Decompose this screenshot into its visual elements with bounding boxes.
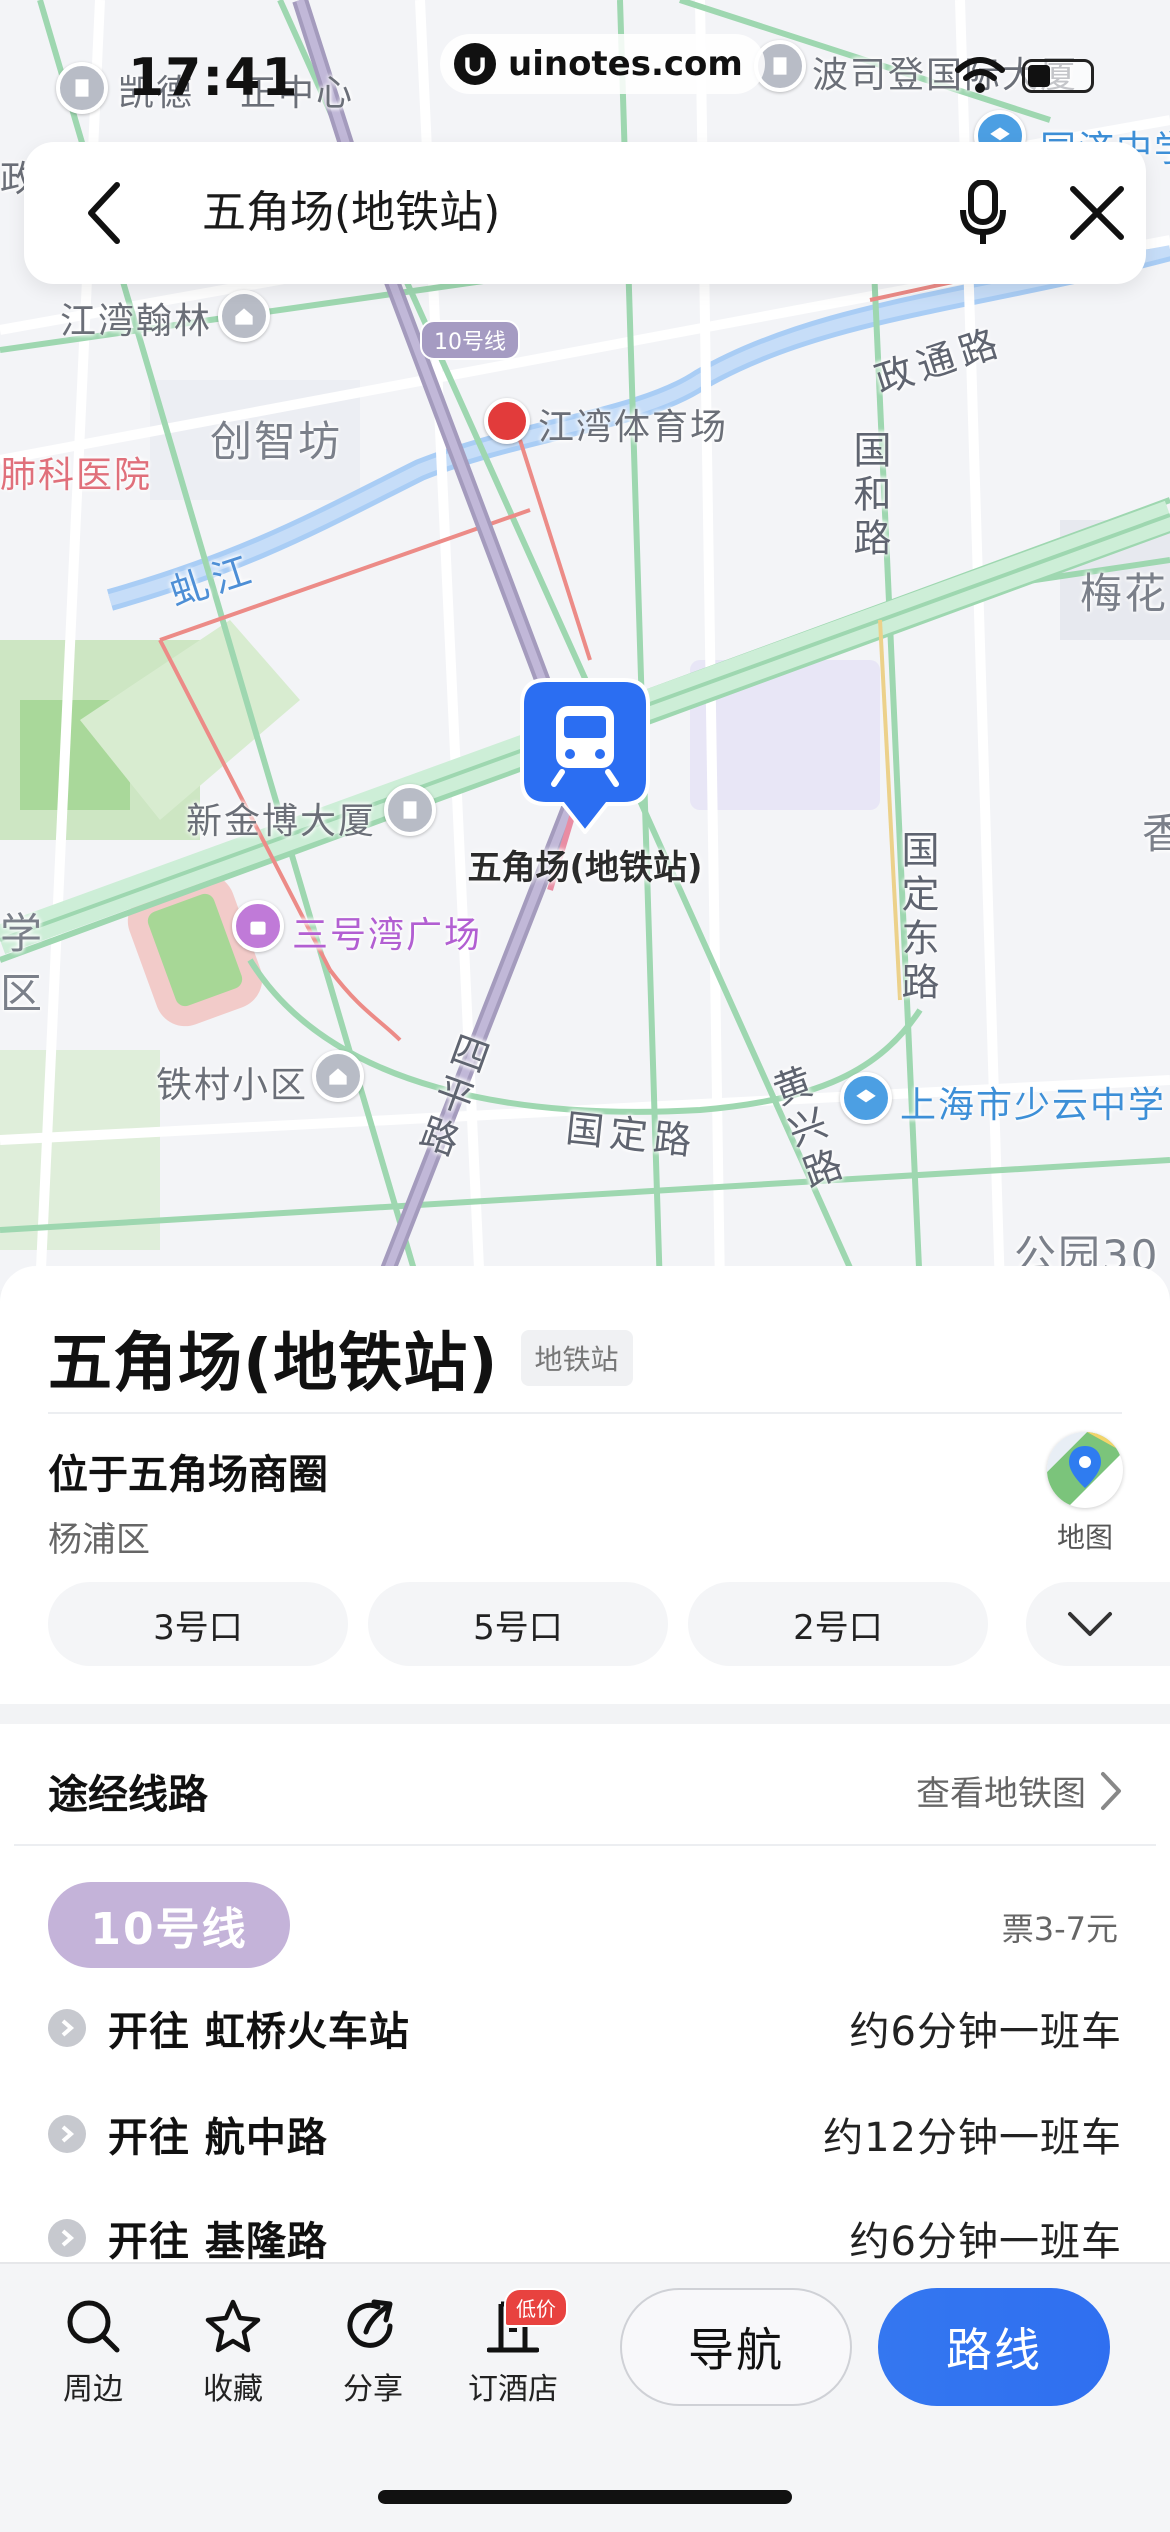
shopping-icon[interactable] <box>232 900 284 952</box>
metro-station-icon[interactable] <box>484 398 530 444</box>
direction-destination: 开往 航中路 <box>108 2115 328 2161</box>
view-subway-map-link[interactable]: 查看地铁图 <box>916 1766 1122 1815</box>
residence-icon[interactable] <box>312 1050 364 1102</box>
battery-icon <box>1022 59 1094 93</box>
map-label-meihua: 梅花 <box>1080 569 1169 618</box>
microphone-icon <box>960 180 1006 244</box>
exit-chip[interactable]: 3号口 <box>48 1582 348 1666</box>
school-icon[interactable] <box>840 1072 892 1124</box>
map-label-xiang: 香 <box>1142 809 1170 858</box>
direction-destination: 开往 虹桥火车站 <box>108 2009 410 2055</box>
direction-arrow-icon <box>48 2219 86 2257</box>
star-icon <box>205 2299 261 2353</box>
watermark: uinotes.com <box>440 34 765 94</box>
close-icon <box>1070 186 1124 240</box>
search-query[interactable]: 五角场(地铁站) <box>202 142 500 284</box>
divider <box>14 1844 1156 1846</box>
favorite-button[interactable]: 收藏 <box>178 2290 288 2408</box>
place-type-badge: 地铁站 <box>520 1330 633 1386</box>
voice-search-button[interactable] <box>942 172 1024 254</box>
map-label-xinjinbo: 新金博大厦 <box>186 801 377 842</box>
building-glyph <box>403 801 417 819</box>
navigate-button[interactable]: 导航 <box>620 2288 852 2406</box>
bag-glyph <box>250 921 266 935</box>
section-separator <box>0 1704 1170 1724</box>
view-subway-map-label: 查看地铁图 <box>916 1774 1086 1814</box>
map-label-shaoyun-school: 上海市少云中学 <box>900 1085 1167 1126</box>
direction-row[interactable]: 开往 基隆路 约6分钟一班车 <box>48 2208 1122 2268</box>
direction-frequency: 约12分钟一班车 <box>823 2115 1122 2161</box>
building-glyph <box>773 57 787 75</box>
line-10-tag: 10号线 <box>420 320 520 360</box>
hotel-promo-badge: 低价 <box>504 2288 568 2327</box>
home-indicator <box>378 2490 792 2504</box>
map-app-icon <box>1047 1432 1123 1508</box>
map-label-qu: 区 <box>0 969 45 1018</box>
exit-chip[interactable]: 5号口 <box>368 1582 668 1666</box>
share-label: 分享 <box>343 2372 403 2407</box>
map-label-chuangzhi: 创智坊 <box>210 417 343 466</box>
map-label-sanhaowan: 三号湾广场 <box>292 915 483 956</box>
residence-icon[interactable] <box>218 290 270 342</box>
watermark-text: uinotes.com <box>508 44 743 84</box>
nearby-button[interactable]: 周边 <box>38 2290 148 2408</box>
open-map-button[interactable]: 地图 <box>1040 1432 1130 1556</box>
status-icons <box>954 56 1094 96</box>
chevron-right-icon <box>1101 1771 1121 1810</box>
chevron-left-icon <box>88 182 120 244</box>
place-title: 五角场(地铁站) <box>48 1327 499 1401</box>
direction-frequency: 约6分钟一班车 <box>849 2009 1122 2055</box>
favorite-label: 收藏 <box>203 2372 263 2407</box>
fare-text: 票3-7元 <box>1001 1910 1118 1948</box>
app-screen: { "status_bar": { "time": "17:41", "wate… <box>0 0 1170 2532</box>
house-glyph <box>235 308 253 325</box>
nearby-label: 周边 <box>63 2372 123 2407</box>
search-bar[interactable]: 五角场(地铁站) <box>24 142 1146 284</box>
place-location: 位于五角场商圈 <box>48 1452 328 1498</box>
routes-header: 途经线路 <box>48 1772 208 1818</box>
direction-row[interactable]: 开往 虹桥火车站 约6分钟一班车 <box>48 1998 1122 2058</box>
share-icon <box>347 2299 393 2348</box>
expand-exits-button[interactable] <box>1026 1582 1170 1666</box>
map-label-xue: 学 <box>0 909 45 958</box>
station-pin-label: 五角场(地铁站) <box>467 848 703 888</box>
watermark-logo-icon <box>454 43 496 85</box>
clear-button[interactable] <box>1056 172 1138 254</box>
status-time: 17:41 <box>128 48 299 108</box>
open-map-label: 地图 <box>1056 1521 1113 1554</box>
divider <box>48 1412 1122 1414</box>
house-glyph <box>329 1068 347 1085</box>
map-label-guoding-east: 国定东路 <box>895 830 939 1006</box>
map-label-hospital: 肺科医院 <box>0 455 153 496</box>
direction-arrow-icon <box>48 2009 86 2047</box>
direction-frequency: 约6分钟一班车 <box>849 2219 1122 2265</box>
exit-chip[interactable]: 2号口 <box>688 1582 988 1666</box>
search-icon <box>67 2300 120 2353</box>
place-district: 杨浦区 <box>48 1520 150 1560</box>
direction-destination: 开往 基隆路 <box>108 2219 328 2265</box>
chevron-down-icon <box>1068 1612 1112 1636</box>
map-label-tiecun: 铁村小区 <box>156 1065 309 1106</box>
direction-arrow-icon <box>48 2115 86 2153</box>
map-label-guohe-road: 国和路 <box>847 430 891 562</box>
direction-row[interactable]: 开往 航中路 约12分钟一班车 <box>48 2104 1122 2164</box>
map-label-jiangwan-stadium: 江湾体育场 <box>538 407 729 448</box>
station-pin-icon[interactable] <box>518 676 652 834</box>
building-glyph <box>75 79 89 97</box>
building-icon[interactable] <box>384 784 436 836</box>
map-label-jiangwan-hanlin: 江湾翰林 <box>60 301 213 342</box>
hotel-label: 订酒店 <box>468 2372 558 2407</box>
route-button[interactable]: 路线 <box>878 2288 1110 2406</box>
building-icon[interactable] <box>56 62 108 114</box>
line-badge[interactable]: 10号线 <box>48 1882 290 1968</box>
place-title-row: 五角场(地铁站) 地铁站 <box>48 1312 633 1404</box>
school-glyph <box>856 1089 876 1103</box>
exit-list: 3号口 5号口 2号口 <box>48 1582 988 1666</box>
back-button[interactable] <box>64 172 146 254</box>
share-button[interactable]: 分享 <box>318 2290 428 2408</box>
wifi-icon <box>955 57 1005 93</box>
